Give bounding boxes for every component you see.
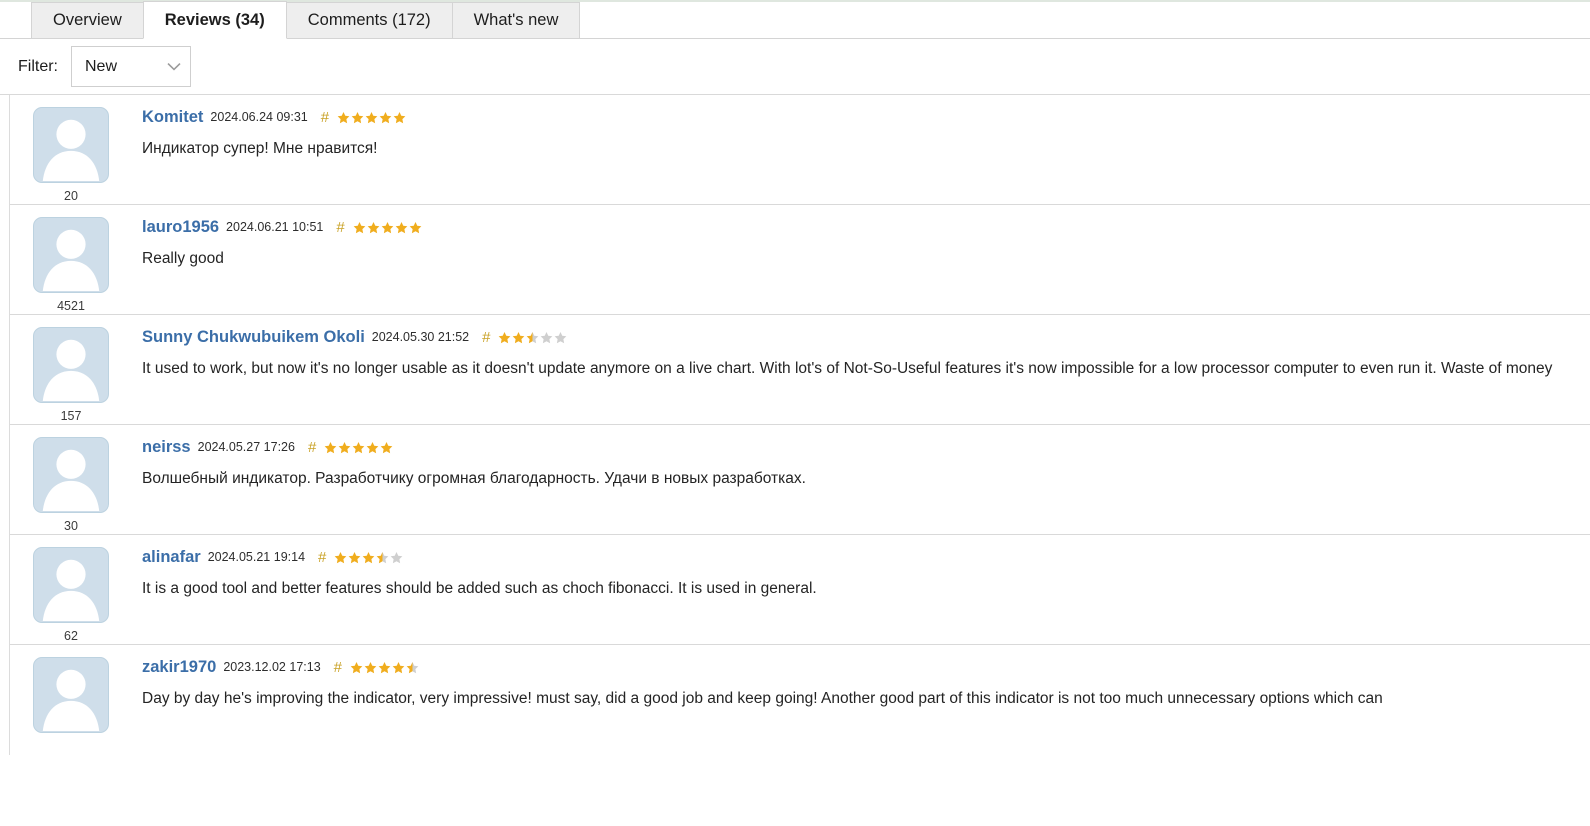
review-text: Day by day he's improving the indicator,… [142, 689, 1383, 707]
avatar[interactable] [33, 437, 109, 513]
review-timestamp: 2024.06.21 10:51 [226, 220, 324, 234]
review-author-link[interactable]: zakir1970 [142, 659, 216, 676]
review-permalink[interactable]: # [318, 550, 326, 565]
review-permalink[interactable]: # [308, 440, 316, 455]
review-permalink[interactable]: # [336, 220, 344, 235]
avatar[interactable] [33, 327, 109, 403]
review-item: zakir1970 2023.12.02 17:13 # Day by day he'… [10, 645, 1590, 755]
review-timestamp: 2023.12.02 17:13 [223, 660, 321, 674]
review-timestamp: 2024.05.27 17:26 [197, 440, 295, 454]
filter-bar: Filter: New [0, 39, 1590, 95]
review-body: neirss 2024.05.27 17:26 # Волшебный индикат… [110, 437, 1590, 534]
rating-stars [350, 661, 419, 674]
rating-stars [334, 551, 403, 564]
review-meta: alinafar 2024.05.21 19:14 # [142, 549, 1590, 566]
review-text: It is a good tool and better features sh… [142, 579, 817, 597]
review-body: Komitet 2024.06.24 09:31 # Индикатор супер!… [110, 107, 1590, 204]
review-permalink[interactable]: # [321, 110, 329, 125]
review-text: Индикатор супер! Мне нравится! [142, 139, 378, 157]
avatar-count: 62 [64, 629, 78, 643]
review-author-link[interactable]: alinafar [142, 549, 201, 566]
review-item: 30 neirss 2024.05.27 17:26 # Волшебный индик… [10, 425, 1590, 535]
rating-stars [498, 331, 567, 344]
review-text: Really good [142, 249, 224, 267]
tab-what-s-new[interactable]: What's new [451, 2, 581, 39]
avatar-count: 4521 [57, 299, 85, 313]
review-author-link[interactable]: Komitet [142, 109, 203, 126]
avatar-count: 30 [64, 519, 78, 533]
avatar-count: 20 [64, 189, 78, 203]
avatar[interactable] [33, 657, 109, 733]
review-text: Волшебный индикатор. Разработчику огромн… [142, 469, 806, 487]
review-item: 4521 lauro1956 2024.06.21 10:51 # Really goo… [10, 205, 1590, 315]
filter-select[interactable]: New [71, 46, 191, 87]
filter-select-value: New [85, 57, 118, 75]
review-text: It used to work, but now it's no longer … [142, 359, 1553, 377]
avatar[interactable] [33, 217, 109, 293]
review-meta: neirss 2024.05.27 17:26 # [142, 439, 1590, 456]
rating-stars [337, 111, 406, 124]
tab-reviews-34[interactable]: Reviews (34) [142, 1, 287, 39]
review-item: 157 Sunny Chukwubuikem Okoli 2024.05.30 21… [10, 315, 1590, 425]
review-timestamp: 2024.05.30 21:52 [371, 330, 470, 344]
avatar-column [32, 657, 110, 755]
tab-overview[interactable]: Overview [31, 2, 144, 39]
review-permalink[interactable]: # [482, 330, 490, 345]
review-meta: lauro1956 2024.06.21 10:51 # [142, 219, 1590, 236]
review-author-link[interactable]: lauro1956 [142, 219, 219, 236]
tab-strip: Overview Reviews (34) Comments (172) What's… [0, 0, 1590, 39]
review-author-link[interactable]: neirss [142, 439, 191, 456]
rating-stars [353, 221, 422, 234]
avatar-column: 157 [32, 327, 110, 424]
review-body: alinafar 2024.05.21 19:14 # It is a good to… [110, 547, 1590, 644]
review-meta: zakir1970 2023.12.02 17:13 # [142, 659, 1590, 676]
rating-stars [324, 441, 393, 454]
tab-comments-172[interactable]: Comments (172) [285, 2, 453, 39]
review-item: 62 alinafar 2024.05.21 19:14 # It is a good … [10, 535, 1590, 645]
review-body: lauro1956 2024.06.21 10:51 # Really good [110, 217, 1590, 314]
review-list: 20 Komitet 2024.06.24 09:31 # Индикатор супе… [9, 95, 1590, 755]
avatar-column: 30 [32, 437, 110, 534]
avatar-column: 20 [32, 107, 110, 204]
review-permalink[interactable]: # [334, 660, 342, 675]
filter-label: Filter: [18, 57, 58, 75]
review-meta: Sunny Chukwubuikem Okoli 2024.05.30 21:52… [142, 329, 1590, 346]
avatar-column: 4521 [32, 217, 110, 314]
avatar-count: 157 [60, 409, 82, 423]
review-body: Sunny Chukwubuikem Okoli 2024.05.30 21:52… [110, 327, 1590, 424]
review-timestamp: 2024.06.24 09:31 [210, 110, 308, 124]
review-timestamp: 2024.05.21 19:14 [207, 550, 306, 564]
review-author-link[interactable]: Sunny Chukwubuikem Okoli [142, 329, 365, 346]
avatar-column: 62 [32, 547, 110, 644]
review-body: zakir1970 2023.12.02 17:13 # Day by day he'… [110, 657, 1590, 755]
review-item: 20 Komitet 2024.06.24 09:31 # Индикатор супе… [10, 95, 1590, 205]
chevron-down-icon [167, 62, 181, 71]
avatar[interactable] [33, 547, 109, 623]
review-meta: Komitet 2024.06.24 09:31 # [142, 109, 1590, 126]
avatar[interactable] [33, 107, 109, 183]
